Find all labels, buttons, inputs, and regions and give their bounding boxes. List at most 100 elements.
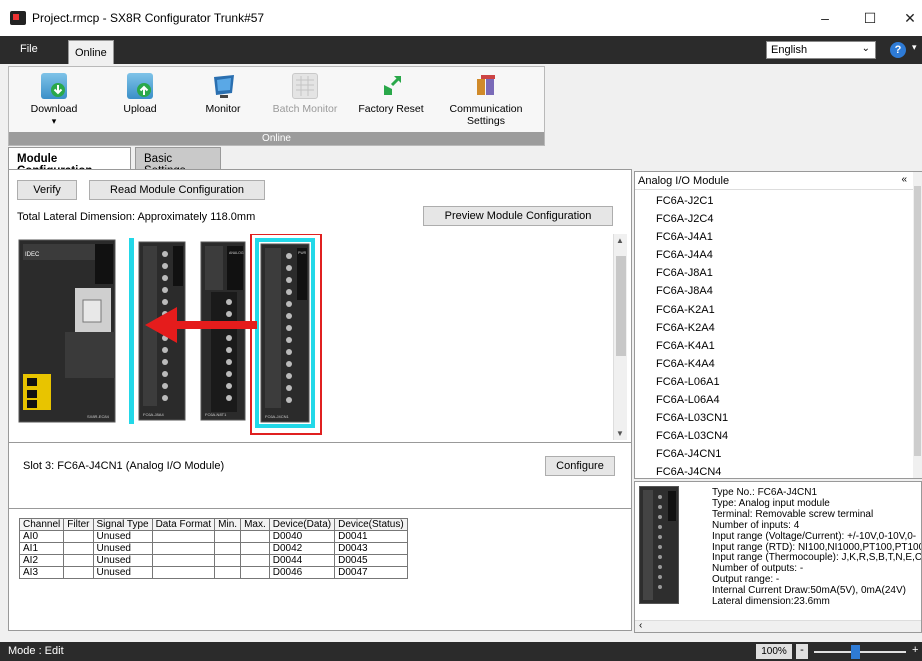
module-list-scroll-thumb[interactable] — [914, 186, 921, 456]
slot2-module[interactable] — [200, 241, 246, 421]
close-button[interactable]: ✕ — [900, 8, 920, 28]
communication-settings-icon — [473, 73, 499, 99]
table-cell: AI0 — [18, 530, 65, 543]
table-cell[interactable] — [63, 530, 94, 543]
factory-reset-label: Factory Reset — [358, 103, 424, 115]
verify-button[interactable]: Verify — [17, 180, 77, 200]
table-cell[interactable] — [151, 542, 216, 555]
module-list-item[interactable]: FC6A-J2C4 — [635, 210, 913, 228]
communication-settings-button[interactable]: Communication Settings — [441, 67, 531, 131]
scroll-up-icon[interactable]: ▲ — [616, 236, 624, 245]
module-list-item[interactable]: FC6A-J2C1 — [635, 192, 913, 210]
module-list-item[interactable]: FC6A-L03CN1 — [635, 409, 913, 427]
table-cell[interactable]: Unused — [92, 566, 153, 579]
slot3-module[interactable] — [260, 243, 310, 423]
canvas-vertical-scrollbar[interactable]: ▲ ▼ — [613, 234, 627, 440]
module-list-item[interactable]: FC6A-L06A4 — [635, 391, 913, 409]
module-list-item[interactable]: FC6A-J4A1 — [635, 228, 913, 246]
scroll-down-icon[interactable]: ▼ — [616, 429, 624, 438]
module-list-item[interactable]: FC6A-J8A4 — [635, 282, 913, 300]
module-detail-text: Type No.: FC6A-J4CN1 Type: Analog input m… — [712, 487, 921, 608]
module-list-item[interactable]: FC6A-K4A4 — [635, 355, 913, 373]
module-list-item[interactable]: FC6A-K2A4 — [635, 319, 913, 337]
module-list-item[interactable]: FC6A-K2A1 — [635, 301, 913, 319]
monitor-button[interactable]: Monitor — [185, 67, 261, 131]
table-cell[interactable] — [63, 554, 94, 567]
table-cell[interactable] — [240, 530, 270, 543]
tab-basic-settings[interactable]: Basic Settings — [135, 147, 221, 177]
slot3-badge-label: PWR — [298, 251, 307, 255]
factory-reset-button[interactable]: Factory Reset — [349, 67, 433, 131]
monitor-label: Monitor — [205, 103, 241, 115]
table-header-row: Channel Filter Signal Type Data Format M… — [18, 518, 408, 531]
collapse-icon[interactable]: « — [901, 174, 907, 185]
upload-button[interactable]: Upload — [101, 67, 179, 131]
batch-monitor-button[interactable]: Batch Monitor — [267, 67, 343, 131]
download-button[interactable]: Download ▾ — [15, 67, 93, 131]
table-row[interactable]: AI3 Unused D0046 D0047 — [18, 566, 408, 579]
table-row[interactable]: AI1 Unused D0042 D0043 — [18, 542, 408, 555]
table-cell: D0044 — [268, 554, 336, 567]
table-cell[interactable]: Unused — [92, 554, 153, 567]
read-module-configuration-button[interactable]: Read Module Configuration — [89, 180, 265, 200]
column-header: Max. — [240, 518, 270, 531]
zoom-level[interactable]: 100% — [756, 644, 792, 659]
language-select[interactable]: English ⌄ — [766, 41, 876, 59]
module-list-item[interactable]: FC6A-L03CN4 — [635, 427, 913, 445]
module-list-item[interactable]: FC6A-J8A1 — [635, 264, 913, 282]
table-cell[interactable] — [63, 566, 94, 579]
column-header: Signal Type — [92, 518, 153, 531]
module-list-item[interactable]: FC6A-L06A1 — [635, 373, 913, 391]
upload-label: Upload — [123, 103, 157, 115]
help-dropdown-icon[interactable]: ▾ — [912, 42, 917, 53]
table-cell[interactable] — [240, 554, 270, 567]
module-list-scrollbar[interactable] — [913, 172, 922, 478]
module-list-item[interactable]: FC6A-K4A1 — [635, 337, 913, 355]
table-row[interactable]: AI2 Unused D0044 D0045 — [18, 554, 408, 567]
table-cell[interactable] — [151, 566, 216, 579]
cpu-module[interactable] — [18, 239, 116, 423]
table-cell[interactable] — [151, 554, 216, 567]
module-canvas[interactable]: IDEC SX8R-EC84 FC6A-J8A4 FC6A-N8T1 ANALO… — [15, 233, 611, 440]
table-cell: D0046 — [268, 566, 336, 579]
detail-horizontal-scrollbar[interactable]: ‹ — [635, 620, 921, 632]
maximize-button[interactable]: ☐ — [860, 8, 880, 28]
table-cell[interactable] — [214, 566, 242, 579]
help-icon[interactable]: ? — [890, 42, 906, 58]
table-cell: D0040 — [268, 530, 336, 543]
zoom-slider-thumb[interactable] — [851, 645, 860, 659]
table-cell: D0043 — [334, 542, 408, 555]
table-cell[interactable] — [214, 530, 242, 543]
table-cell[interactable] — [214, 554, 242, 567]
download-label: Download — [30, 103, 78, 115]
table-cell[interactable] — [240, 542, 270, 555]
scroll-thumb[interactable] — [616, 256, 626, 356]
menu-online[interactable]: Online — [68, 40, 114, 64]
monitor-icon — [210, 73, 236, 99]
menu-file[interactable]: File — [20, 43, 38, 55]
table-row[interactable]: AI0 Unused D0040 D0041 — [18, 530, 408, 543]
module-diagram: IDEC SX8R-EC84 FC6A-J8A4 FC6A-N8T1 ANALO… — [18, 233, 322, 435]
module-list-item[interactable]: FC6A-J4CN1 — [635, 445, 913, 463]
module-list-item[interactable]: FC6A-J4CN4 — [635, 463, 913, 481]
zoom-slider-track[interactable] — [814, 651, 906, 653]
table-cell[interactable]: Unused — [92, 530, 153, 543]
table-cell[interactable] — [240, 566, 270, 579]
configure-button[interactable]: Configure — [545, 456, 615, 476]
table-cell[interactable] — [214, 542, 242, 555]
download-dropdown-icon[interactable]: ▾ — [15, 115, 93, 127]
tab-module-configuration[interactable]: Module Configuration — [8, 147, 131, 177]
scroll-left-icon[interactable]: ‹ — [639, 620, 642, 631]
table-cell[interactable] — [63, 542, 94, 555]
module-list-item[interactable]: FC6A-J4A4 — [635, 246, 913, 264]
preview-module-configuration-button[interactable]: Preview Module Configuration — [423, 206, 613, 226]
minimize-button[interactable]: – — [815, 8, 835, 28]
zoom-in-button[interactable]: + — [912, 644, 918, 656]
column-header: Filter — [63, 518, 94, 531]
module-list-header[interactable]: Analog I/O Module « — [635, 172, 913, 190]
column-header: Channel — [18, 518, 65, 531]
table-cell[interactable]: Unused — [92, 542, 153, 555]
table-cell[interactable] — [151, 530, 216, 543]
zoom-out-button[interactable]: - — [796, 644, 808, 659]
factory-reset-icon — [378, 73, 404, 99]
